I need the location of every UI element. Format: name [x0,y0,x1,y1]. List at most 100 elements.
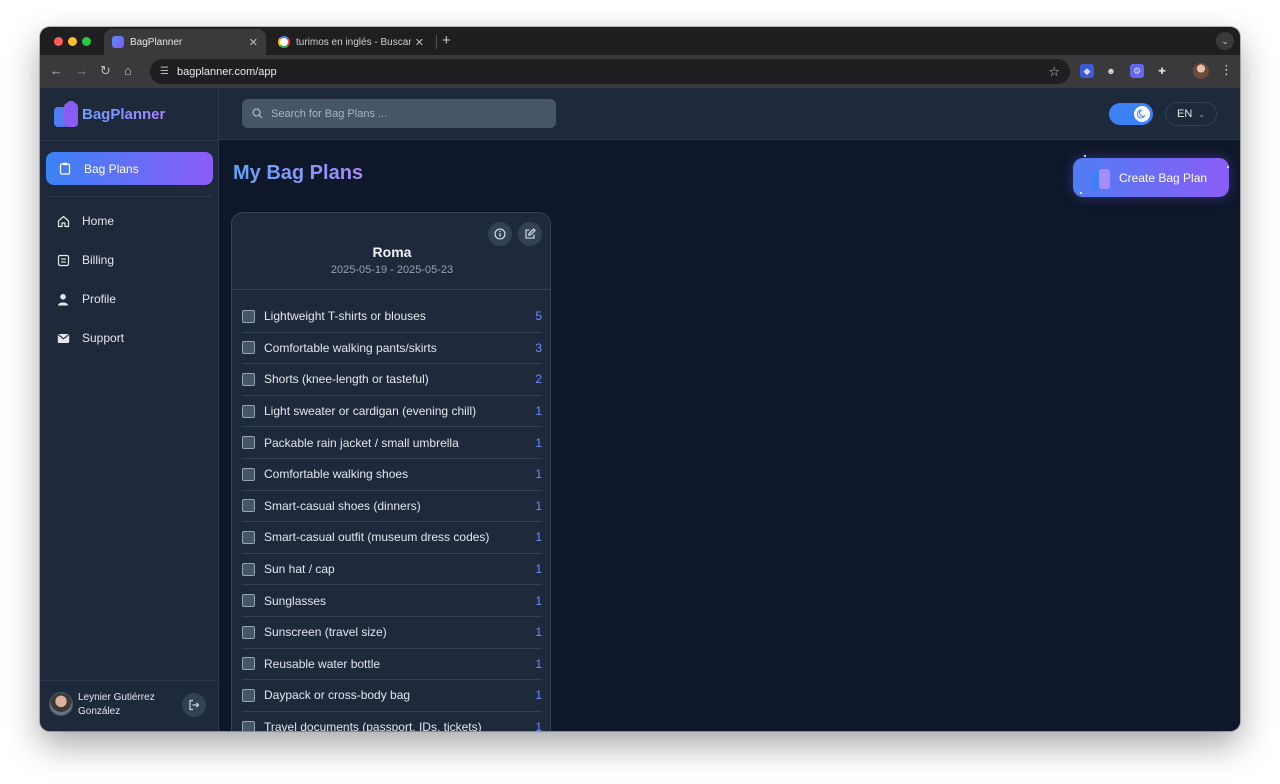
new-tab-icon[interactable]: + [442,32,451,49]
list-item: Reusable water bottle 1 [242,649,542,681]
list-item: Travel documents (passport, IDs, tickets… [242,712,542,731]
item-quantity: 3 [535,340,542,355]
moon-icon [1134,106,1150,122]
list-item: Sun hat / cap 1 [242,554,542,586]
list-item: Sunscreen (travel size) 1 [242,617,542,649]
page-title: My Bag Plans [233,162,364,184]
edit-button[interactable] [518,222,542,246]
item-label: Sun hat / cap [264,562,335,577]
item-checkbox[interactable] [242,341,255,355]
minimize-window-button[interactable] [68,37,77,46]
browser-menu-icon[interactable]: ⋮ [1220,62,1233,78]
list-item: Comfortable walking shoes 1 [242,459,542,491]
list-item: Comfortable walking pants/skirts 3 [242,333,542,365]
tab-title: turimos en inglés - Buscar co [296,36,411,48]
item-quantity: 5 [535,309,542,324]
sparkle-decoration [1227,166,1229,168]
plan-dates: 2025-05-19 - 2025-05-23 [330,264,454,276]
top-header: EN ⌄ [219,88,1240,140]
info-icon [494,228,506,240]
item-label: Reusable water bottle [264,656,381,671]
extension-face-icon[interactable]: ☻ [1104,64,1118,78]
list-item: Shorts (knee-length or tasteful) 2 [242,364,542,396]
site-settings-icon[interactable]: ☰ [160,66,169,77]
sidebar-item-label: Bag Plans [84,161,139,176]
sidebar-item-label: Billing [82,253,115,267]
item-checkbox[interactable] [242,625,255,639]
item-checkbox[interactable] [242,436,255,450]
extensions-puzzle-icon[interactable]: ✚ [1155,64,1169,78]
list-item: Sunglasses 1 [242,585,542,617]
packing-list: Lightweight T-shirts or blouses 5 Comfort… [242,301,542,731]
browser-window: BagPlanner ✕ turimos en inglés - Buscar … [40,27,1240,731]
item-quantity: 1 [535,435,542,450]
item-checkbox[interactable] [242,720,255,731]
envelope-icon [56,331,70,345]
divider [40,140,218,141]
bookmark-star-icon[interactable]: ☆ [1048,64,1060,80]
info-button[interactable] [488,222,512,246]
reload-icon[interactable]: ↻ [100,63,111,79]
sidebar-item-billing[interactable]: Billing [56,249,114,271]
sidebar-item-label: Home [82,214,115,228]
item-label: Comfortable walking shoes [264,467,409,482]
language-select[interactable]: EN ⌄ [1165,102,1217,126]
item-checkbox[interactable] [242,372,255,386]
back-icon[interactable]: ← [50,63,63,78]
item-quantity: 1 [535,720,542,731]
item-checkbox[interactable] [242,309,255,323]
user-avatar[interactable] [49,692,73,716]
logout-button[interactable] [182,693,206,717]
search-box[interactable] [242,99,556,128]
item-label: Light sweater or cardigan (evening chill… [264,404,477,419]
item-quantity: 1 [535,498,542,513]
close-tab-icon[interactable]: ✕ [249,36,258,49]
sparkle-decoration [1080,192,1082,194]
browser-profile-avatar[interactable] [1193,63,1209,79]
item-checkbox[interactable] [242,562,255,576]
item-checkbox[interactable] [242,594,255,608]
item-checkbox[interactable] [242,688,255,702]
search-input[interactable] [271,107,551,120]
list-item: Packable rain jacket / small umbrella 1 [242,427,542,459]
item-checkbox[interactable] [242,467,255,481]
brand[interactable]: BagPlanner [54,100,165,128]
item-checkbox[interactable] [242,499,255,513]
divider [46,196,213,197]
sidebar-item-label: Profile [82,292,117,306]
item-checkbox[interactable] [242,657,255,671]
sidebar-item-support[interactable]: Support [56,327,124,349]
receipt-icon [56,253,70,267]
item-checkbox[interactable] [242,530,255,544]
extension-shield-icon[interactable]: ◆ [1080,64,1094,78]
close-window-button[interactable] [54,37,63,46]
forward-icon[interactable]: → [75,63,88,78]
address-bar[interactable]: ☰ bagplanner.com/app ☆ [150,59,1070,84]
plan-title: Roma [372,244,412,260]
item-checkbox[interactable] [242,404,255,418]
close-tab-icon[interactable]: ✕ [415,36,424,49]
tab-search-icon[interactable]: ⌄ [1216,32,1234,50]
url-text: bagplanner.com/app [176,65,277,78]
bagplanner-favicon-icon [112,36,124,48]
sidebar-item-bag-plans[interactable]: Bag Plans [46,152,213,185]
item-quantity: 1 [535,593,542,608]
bag-plan-card[interactable]: Roma 2025-05-19 - 2025-05-23 Lightweight… [231,212,551,731]
home-button-icon[interactable]: ⌂ [124,63,132,78]
search-icon [252,108,263,119]
sidebar-item-home[interactable]: Home [56,210,114,232]
extension-gear-icon[interactable]: ⚙ [1130,64,1144,78]
item-quantity: 1 [535,688,542,703]
app-root: BagPlanner Bag Plans Home Billing Profil… [40,88,1240,731]
create-bag-plan-button[interactable]: Create Bag Plan [1073,158,1229,197]
item-quantity: 1 [535,530,542,545]
theme-toggle[interactable] [1109,103,1153,125]
maximize-window-button[interactable] [82,37,91,46]
sidebar-item-profile[interactable]: Profile [56,288,116,310]
browser-tab-google[interactable]: turimos en inglés - Buscar co ✕ [270,29,432,55]
browser-tab-bagplanner[interactable]: BagPlanner ✕ [104,29,266,55]
language-value: EN [1177,108,1193,120]
luggage-logo-icon [54,101,78,127]
list-item: Smart-casual outfit (museum dress codes)… [242,522,542,554]
item-quantity: 1 [535,625,542,640]
